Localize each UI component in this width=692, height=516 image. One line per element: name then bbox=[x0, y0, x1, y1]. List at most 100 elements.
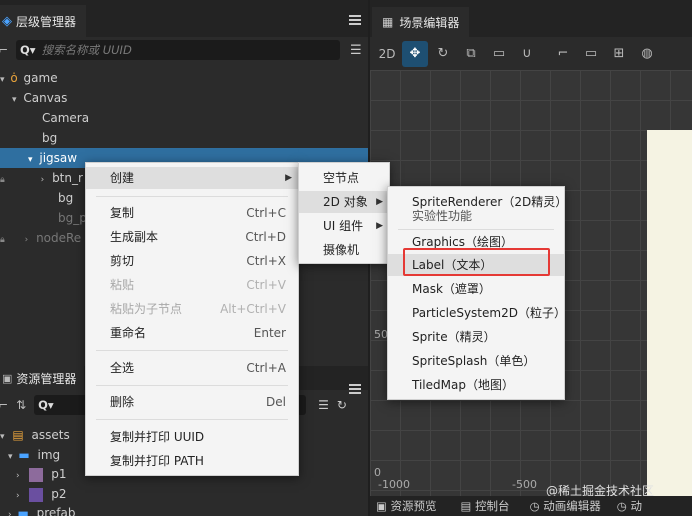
menu-shortcut: Ctrl+A bbox=[246, 361, 286, 375]
submenu-item-camera[interactable]: 摄像机 bbox=[299, 239, 389, 261]
menu-item-rename[interactable]: 重命名 Enter bbox=[86, 322, 298, 344]
menu-item-delete[interactable]: 删除 Del bbox=[86, 391, 298, 413]
tab-console[interactable]: ▤ 控制台 bbox=[461, 498, 510, 514]
submenu-item-2d-object[interactable]: 2D 对象 ▶ bbox=[299, 191, 389, 213]
asset-row-img[interactable]: ▾ ▬ img bbox=[0, 445, 60, 465]
menu-shortcut: Ctrl+D bbox=[245, 230, 286, 244]
expand-arrow-icon[interactable]: ▾ bbox=[0, 432, 5, 442]
menu-label: TiledMap（地图） bbox=[412, 378, 514, 392]
menu-item-copy-path[interactable]: 复制并打印 PATH bbox=[86, 450, 298, 472]
rotate-tool-icon[interactable]: ↻ bbox=[430, 41, 456, 67]
menu-item-paste[interactable]: 粘贴 Ctrl+V bbox=[86, 274, 298, 296]
expand-arrow-icon[interactable]: ▾ bbox=[8, 452, 13, 462]
local-tool-icon[interactable]: ⊞ bbox=[606, 41, 632, 67]
rect-tool-icon[interactable]: ▭ bbox=[486, 41, 512, 67]
asset-row-p2[interactable]: › p2 bbox=[0, 484, 67, 504]
folder-icon: ▣ bbox=[2, 371, 13, 385]
asset-row-p1[interactable]: › p1 bbox=[0, 464, 67, 484]
search-icon[interactable]: Q▾ bbox=[38, 398, 54, 412]
chevron-right-icon: ▶ bbox=[376, 197, 383, 207]
asset-row-prefab[interactable]: › ▬ prefab bbox=[0, 503, 75, 516]
expand-arrow-icon[interactable]: › bbox=[25, 235, 29, 245]
mode-2d-button[interactable]: 2D bbox=[374, 41, 400, 67]
expand-arrow-icon[interactable]: ▾ bbox=[12, 95, 17, 105]
asset-row-assets[interactable]: ▾ ▤ assets bbox=[0, 425, 70, 445]
tree-row-bg-child[interactable]: bg bbox=[58, 188, 73, 208]
hierarchy-search-input[interactable]: 搜索名称或 UUID bbox=[42, 42, 132, 58]
tree-row-btn[interactable]: 🔒︎ › btn_r bbox=[0, 168, 90, 188]
submenu-item-mask[interactable]: Mask（遮罩） bbox=[388, 278, 564, 300]
expand-arrow-icon[interactable]: ▾ bbox=[28, 155, 33, 165]
expand-arrow-icon[interactable]: › bbox=[8, 510, 12, 516]
menu-label: 复制并打印 UUID bbox=[110, 430, 205, 444]
lock-icon[interactable]: 🔒︎ bbox=[0, 175, 5, 185]
menu-item-copy-uuid[interactable]: 复制并打印 UUID bbox=[86, 426, 298, 448]
menu-label: 生成副本 bbox=[110, 230, 159, 244]
tree-label: img bbox=[37, 448, 61, 462]
sort-icon[interactable]: ⇅ bbox=[16, 398, 26, 412]
tab-animation-more[interactable]: ◷ 动 bbox=[617, 498, 642, 514]
add-node-icon[interactable]: ⌐ bbox=[0, 43, 12, 57]
hierarchy-tab[interactable]: ◈ 层级管理器 bbox=[0, 5, 87, 37]
expand-arrow-icon[interactable]: › bbox=[16, 491, 20, 501]
menu-label: 剪切 bbox=[110, 254, 135, 268]
assets-tab[interactable]: ▣ 资源管理器 bbox=[0, 366, 85, 390]
submenu-item-sprite[interactable]: Sprite（精灵） bbox=[388, 326, 564, 348]
menu-label: ParticleSystem2D（粒子） bbox=[412, 306, 566, 320]
list-view-icon[interactable]: ☰ bbox=[318, 398, 329, 412]
submenu-item-empty-node[interactable]: 空节点 bbox=[299, 167, 389, 189]
tab-asset-preview[interactable]: ▣ 资源预览 bbox=[376, 498, 437, 514]
tree-label: Camera bbox=[42, 111, 90, 125]
menu-label: Graphics（绘图） bbox=[412, 235, 513, 249]
tab-label: 资源预览 bbox=[390, 499, 437, 513]
lock-icon[interactable]: 🔒︎ bbox=[0, 235, 5, 245]
submenu-item-ui-component[interactable]: UI 组件 ▶ bbox=[299, 215, 389, 237]
refresh-icon[interactable]: ↻ bbox=[337, 398, 347, 412]
menu-shortcut: Ctrl+V bbox=[246, 278, 286, 292]
snap-tool-icon[interactable]: ▭ bbox=[578, 41, 604, 67]
menu-item-copy[interactable]: 复制 Ctrl+C bbox=[86, 202, 298, 224]
scale-tool-icon[interactable]: ⧉ bbox=[458, 41, 484, 67]
tab-animation-editor[interactable]: ◷ 动画编辑器 bbox=[530, 498, 601, 514]
hierarchy-search[interactable]: Q▾ 搜索名称或 UUID bbox=[16, 40, 340, 60]
tree-row-game[interactable]: ▾ ȯ game bbox=[0, 68, 368, 88]
menu-shortcut: Ctrl+C bbox=[246, 206, 286, 220]
menu-divider bbox=[96, 196, 288, 197]
submenu-experimental-label: 实验性功能 bbox=[388, 207, 564, 225]
menu-label: 复制并打印 PATH bbox=[110, 454, 204, 468]
scene-tab[interactable]: ▦ 场景编辑器 bbox=[372, 7, 470, 37]
menu-item-create[interactable]: 创建 ▶ bbox=[86, 167, 298, 189]
tree-label: bg bbox=[58, 191, 74, 205]
expand-arrow-icon[interactable]: › bbox=[16, 471, 20, 481]
menu-shortcut: Ctrl+X bbox=[246, 254, 286, 268]
list-view-icon[interactable]: ☰ bbox=[350, 43, 362, 58]
transform-tool-icon[interactable]: ∪ bbox=[514, 41, 540, 67]
console-icon: ▤ bbox=[460, 499, 472, 513]
submenu-item-particle-system[interactable]: ParticleSystem2D（粒子） bbox=[388, 302, 566, 324]
add-asset-icon[interactable]: ⌐ bbox=[0, 398, 8, 412]
move-tool-icon[interactable]: ✥ bbox=[402, 40, 428, 67]
folder-icon: ▬ bbox=[17, 506, 29, 516]
pivot-tool-icon[interactable]: ⌐ bbox=[550, 41, 576, 67]
menu-label: 2D 对象 bbox=[323, 195, 368, 209]
tree-row-noderes[interactable]: 🔒︎ › nodeRe bbox=[0, 228, 90, 248]
hierarchy-menu-icon[interactable] bbox=[349, 15, 361, 25]
tree-row-camera[interactable]: Camera bbox=[42, 108, 89, 128]
tab-label: 动画编辑器 bbox=[543, 499, 601, 513]
view-tool-icon[interactable]: ◍ bbox=[634, 41, 660, 67]
expand-arrow-icon[interactable]: › bbox=[41, 175, 45, 185]
expand-arrow-icon[interactable]: ▾ bbox=[0, 75, 5, 85]
menu-item-select-all[interactable]: 全选 Ctrl+A bbox=[86, 357, 298, 379]
menu-item-cut[interactable]: 剪切 Ctrl+X bbox=[86, 250, 298, 272]
tree-row-bgp[interactable]: bg_p bbox=[58, 208, 87, 228]
search-icon[interactable]: Q▾ bbox=[20, 43, 36, 57]
menu-item-duplicate[interactable]: 生成副本 Ctrl+D bbox=[86, 226, 298, 248]
tab-label: 控制台 bbox=[475, 499, 510, 513]
tree-label: p1 bbox=[51, 467, 67, 481]
menu-item-paste-as-child[interactable]: 粘贴为子节点 Alt+Ctrl+V bbox=[86, 298, 298, 320]
tree-row-bg[interactable]: bg bbox=[42, 128, 57, 148]
tree-row-canvas[interactable]: ▾ Canvas bbox=[0, 88, 368, 108]
submenu-item-tiledmap[interactable]: TiledMap（地图） bbox=[388, 374, 564, 396]
menu-label: 实验性功能 bbox=[412, 209, 473, 223]
submenu-item-sprite-splash[interactable]: SpriteSplash（单色） bbox=[388, 350, 564, 372]
